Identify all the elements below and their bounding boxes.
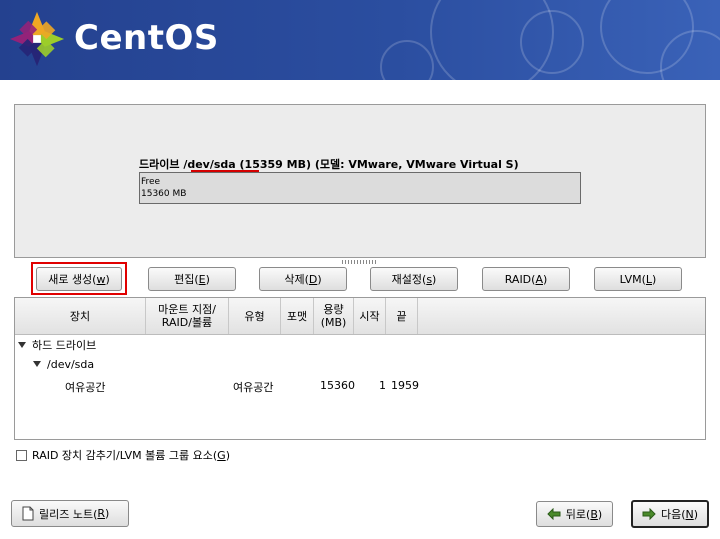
reset-label: 재설정( xyxy=(391,273,427,286)
back-label: 뒤로( xyxy=(565,508,591,521)
reset-end: ) xyxy=(432,272,437,286)
pane-splitter-handle[interactable] xyxy=(342,260,378,264)
hide-raid-label[interactable]: RAID 장치 감추기/LVM 볼륨 그룹 요소(G) xyxy=(32,447,230,463)
delete-end: ) xyxy=(317,272,322,286)
drive-label: 드라이브 /dev/sda (15359 MB) (모델: VMware, VM… xyxy=(139,156,519,172)
row-end: 1959 xyxy=(391,379,419,392)
table-header: 장치 마운트 지점/ RAID/볼륨 유형 포맷 용량 (MB) 시작 끝 xyxy=(15,298,705,335)
edit-key: E xyxy=(198,272,206,286)
reset-button[interactable]: 재설정(s) xyxy=(370,267,458,291)
col-format[interactable]: 포맷 xyxy=(281,298,314,334)
col-end[interactable]: 끝 xyxy=(386,298,418,334)
edit-label: 편집( xyxy=(174,273,199,286)
arrow-right-icon xyxy=(642,508,656,520)
new-button-highlight xyxy=(31,262,127,295)
delete-label: 삭제( xyxy=(284,273,309,286)
back-button[interactable]: 뒤로(B) xyxy=(536,501,613,527)
release-notes-key: R xyxy=(97,507,106,520)
group-label: 하드 드라이브 xyxy=(32,339,97,352)
lvm-end: ) xyxy=(652,272,657,286)
row-size: 15360 xyxy=(320,379,355,392)
raid-end: ) xyxy=(542,272,548,286)
col-type[interactable]: 유형 xyxy=(229,298,281,334)
hide-raid-key: G xyxy=(217,449,226,462)
lvm-button[interactable]: LVM(L) xyxy=(594,267,682,291)
back-key: B xyxy=(590,507,598,521)
edit-button[interactable]: 편집(E) xyxy=(148,267,236,291)
lvm-label: LVM( xyxy=(619,272,646,286)
arrow-left-icon xyxy=(547,508,561,520)
next-button[interactable]: 다음(N) xyxy=(631,500,709,528)
hide-raid-checkbox[interactable] xyxy=(16,450,27,461)
col-start[interactable]: 시작 xyxy=(354,298,386,334)
expand-triangle-icon[interactable] xyxy=(18,342,26,348)
header-banner: CentOS xyxy=(0,0,720,80)
next-end: ) xyxy=(693,507,699,521)
next-label: 다음( xyxy=(660,508,686,521)
device-label: /dev/sda xyxy=(47,358,95,371)
edit-end: ) xyxy=(205,272,210,286)
hide-raid-end: ) xyxy=(225,449,230,462)
tree-row-hard-drives[interactable]: 하드 드라이브 xyxy=(18,337,96,357)
raid-button[interactable]: RAID(A) xyxy=(482,267,570,291)
raid-label: RAID( xyxy=(504,272,536,286)
delete-button[interactable]: 삭제(D) xyxy=(259,267,347,291)
partition-table[interactable]: 장치 마운트 지점/ RAID/볼륨 유형 포맷 용량 (MB) 시작 끝 하드… xyxy=(14,297,706,440)
drive-info: (15359 MB) (모델: VMware, VMware Virtual S… xyxy=(235,158,519,171)
release-notes-end: ) xyxy=(105,507,110,520)
free-label: Free xyxy=(141,177,161,187)
centos-logo-icon xyxy=(9,11,65,67)
release-notes-button[interactable]: 릴리즈 노트(R) xyxy=(11,500,129,527)
next-key: N xyxy=(685,507,694,521)
free-space-segment[interactable]: Free 15360 MB xyxy=(139,172,581,204)
row-type: 여유공간 xyxy=(233,381,274,394)
back-end: ) xyxy=(597,507,603,521)
col-size[interactable]: 용량 (MB) xyxy=(314,298,354,334)
raid-key: A xyxy=(535,272,543,286)
delete-key: D xyxy=(308,272,318,286)
free-size: 15360 MB xyxy=(141,189,187,199)
table-row[interactable]: 여유공간 여유공간 15360 1 1959 xyxy=(15,379,705,399)
col-mount-point[interactable]: 마운트 지점/ RAID/볼륨 xyxy=(146,298,229,334)
document-icon xyxy=(22,506,34,521)
row-start: 1 xyxy=(379,379,386,392)
tree-row-device[interactable]: /dev/sda xyxy=(33,358,94,378)
expand-triangle-icon[interactable] xyxy=(33,361,41,367)
release-notes-label: 릴리즈 노트( xyxy=(39,507,98,521)
row-name: 여유공간 xyxy=(65,381,106,394)
col-device[interactable]: 장치 xyxy=(15,298,146,334)
drive-prefix: 드라이브 xyxy=(139,158,184,171)
hide-raid-text: RAID 장치 감추기/LVM 볼륨 그룹 요소( xyxy=(32,449,218,462)
centos-logo-text: CentOS xyxy=(74,18,219,58)
